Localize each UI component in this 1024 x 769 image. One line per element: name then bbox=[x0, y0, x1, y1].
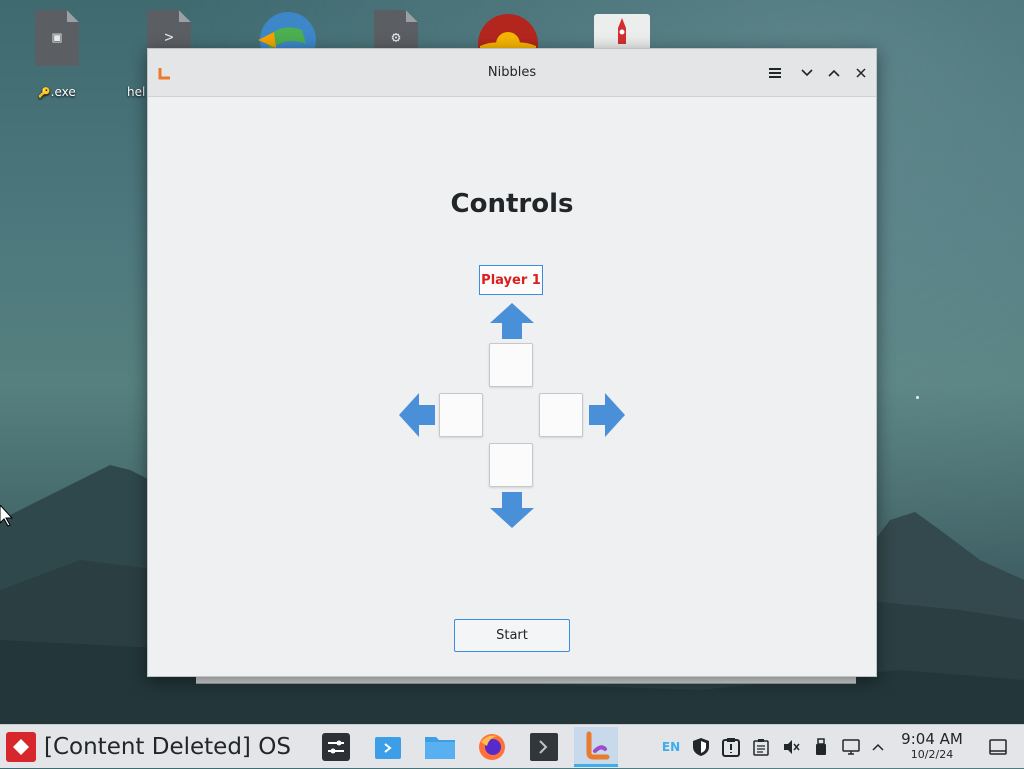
player-1-label: Player 1 bbox=[479, 265, 543, 295]
close-icon bbox=[856, 68, 866, 78]
start-button[interactable]: Start bbox=[454, 619, 570, 652]
key-left-button[interactable] bbox=[439, 393, 483, 437]
shield-icon bbox=[693, 738, 709, 756]
task-files-app[interactable] bbox=[366, 727, 410, 767]
task-firefox[interactable] bbox=[470, 727, 514, 767]
tray-clipboard-alert[interactable] bbox=[720, 725, 742, 769]
tray-shield[interactable] bbox=[690, 725, 712, 769]
clipboard-icon bbox=[753, 739, 769, 756]
key-down-button[interactable] bbox=[489, 443, 533, 487]
nibbles-app-icon bbox=[586, 731, 610, 759]
background-window-edge bbox=[196, 677, 856, 684]
clock[interactable]: 9:04 AM 10/2/24 bbox=[896, 730, 968, 762]
arrow-down-icon bbox=[490, 492, 534, 528]
desktop-icon-exe[interactable]: ▣ 🔑.exe bbox=[21, 8, 93, 99]
show-desktop-button[interactable] bbox=[986, 725, 1010, 769]
tray-network[interactable] bbox=[840, 725, 862, 769]
rocket-app-icon bbox=[594, 14, 650, 50]
tray-usb[interactable] bbox=[810, 725, 832, 769]
menu-button[interactable] bbox=[765, 63, 785, 83]
minimize-button[interactable] bbox=[797, 63, 817, 83]
controls-heading: Controls bbox=[450, 189, 574, 219]
os-name-label: [Content Deleted] OS bbox=[44, 734, 291, 760]
usb-drive-icon bbox=[816, 738, 826, 755]
firefox-icon bbox=[479, 734, 505, 760]
taskbar: [Content Deleted] OS EN 9:04 AM 10/2/24 bbox=[0, 724, 1024, 768]
tray-clipboard[interactable] bbox=[750, 725, 772, 769]
desktop-icon-label: .exe bbox=[50, 85, 76, 99]
hamburger-icon bbox=[769, 68, 781, 78]
clipboard-alert-icon bbox=[722, 738, 740, 757]
chevron-down-icon bbox=[801, 69, 813, 77]
tray-volume[interactable] bbox=[780, 725, 802, 769]
os-logo-icon bbox=[6, 732, 36, 762]
clock-time: 9:04 AM bbox=[901, 730, 963, 748]
terminal-icon bbox=[530, 733, 558, 761]
chrome-app-icon bbox=[478, 14, 538, 50]
mouse-cursor bbox=[0, 505, 14, 527]
task-terminal[interactable] bbox=[522, 727, 566, 767]
key-right-button[interactable] bbox=[539, 393, 583, 437]
arrow-up-icon bbox=[490, 303, 534, 339]
chevron-up-icon bbox=[872, 743, 884, 751]
task-mixer[interactable] bbox=[314, 727, 358, 767]
tray-expand[interactable] bbox=[868, 725, 888, 769]
network-icon bbox=[842, 739, 860, 755]
lang-label: EN bbox=[661, 740, 681, 754]
application-launcher[interactable]: [Content Deleted] OS bbox=[6, 731, 291, 763]
arrow-right-icon bbox=[589, 393, 625, 437]
star bbox=[916, 396, 919, 399]
chevron-up-icon bbox=[828, 69, 840, 77]
key-up-button[interactable] bbox=[489, 343, 533, 387]
globe-download-icon bbox=[258, 12, 316, 50]
clock-date: 10/2/24 bbox=[910, 748, 954, 761]
keyboard-layout-indicator[interactable]: EN bbox=[658, 725, 684, 769]
key-glyph: 🔑 bbox=[38, 88, 51, 99]
nibbles-window: Nibbles Controls Player 1 Start bbox=[147, 48, 877, 677]
titlebar[interactable]: Nibbles bbox=[148, 49, 876, 97]
close-button[interactable] bbox=[851, 63, 871, 83]
folder-icon bbox=[425, 737, 455, 759]
exe-file-icon: ▣ bbox=[35, 10, 79, 66]
mixer-icon bbox=[322, 733, 350, 761]
volume-muted-icon bbox=[784, 740, 800, 754]
arrow-left-icon bbox=[399, 393, 435, 437]
task-folder[interactable] bbox=[418, 727, 462, 767]
task-nibbles[interactable] bbox=[574, 727, 618, 767]
maximize-button[interactable] bbox=[824, 63, 844, 83]
files-app-icon bbox=[375, 737, 401, 759]
show-desktop-icon bbox=[989, 739, 1007, 755]
